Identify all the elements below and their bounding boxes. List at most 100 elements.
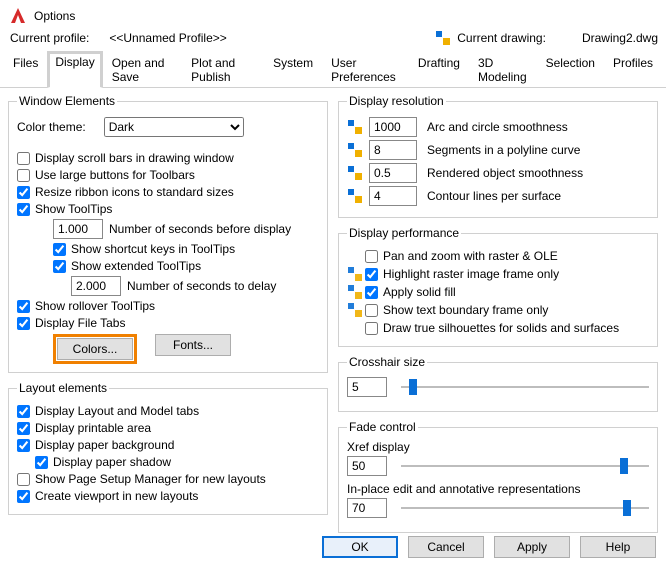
rollover-tooltips-label: Show rollover ToolTips (35, 299, 155, 313)
arc-smoothness-input[interactable] (369, 117, 417, 137)
colors-button[interactable]: Colors... (57, 338, 133, 360)
extended-seconds-label: Number of seconds to delay (127, 279, 276, 293)
layout-elements-legend: Layout elements (17, 381, 109, 395)
inplace-edit-label: In-place edit and annotative representat… (347, 482, 649, 496)
window-elements-group: Window Elements Color theme: Dark Displa… (8, 94, 328, 373)
tab-system[interactable]: System (264, 51, 322, 88)
performance-icon (347, 302, 363, 318)
crosshair-size-slider[interactable] (401, 378, 649, 396)
tab-3d-modeling[interactable]: 3D Modeling (469, 51, 537, 88)
create-viewport-checkbox[interactable] (17, 490, 30, 503)
performance-icon (347, 266, 363, 282)
display-resolution-legend: Display resolution (347, 94, 446, 108)
tabbar: Files Display Open and Save Plot and Pub… (0, 50, 666, 88)
inplace-edit-slider[interactable] (401, 499, 649, 517)
file-tabs-label: Display File Tabs (35, 316, 125, 330)
extended-tooltips-checkbox[interactable] (53, 260, 66, 273)
current-drawing-value: Drawing2.dwg (582, 31, 658, 45)
ok-button[interactable]: OK (322, 536, 398, 558)
resolution-icon (347, 142, 363, 158)
solid-fill-checkbox[interactable] (365, 286, 378, 299)
solid-fill-label: Apply solid fill (383, 285, 456, 299)
paper-background-checkbox[interactable] (17, 439, 30, 452)
polyline-segments-input[interactable] (369, 140, 417, 160)
fade-control-legend: Fade control (347, 420, 418, 434)
color-theme-select[interactable]: Dark (104, 117, 244, 137)
xref-display-label: Xref display (347, 440, 649, 454)
blank-icon (347, 320, 363, 336)
shortcut-keys-checkbox[interactable] (53, 243, 66, 256)
help-button[interactable]: Help (580, 536, 656, 558)
tab-user-preferences[interactable]: User Preferences (322, 51, 409, 88)
blank-icon (347, 248, 363, 264)
resolution-icon (347, 165, 363, 181)
crosshair-size-input[interactable] (347, 377, 387, 397)
layout-tabs-checkbox[interactable] (17, 405, 30, 418)
tab-profiles[interactable]: Profiles (604, 51, 662, 88)
create-viewport-label: Create viewport in new layouts (35, 489, 198, 503)
large-buttons-label: Use large buttons for Toolbars (35, 168, 195, 182)
printable-area-checkbox[interactable] (17, 422, 30, 435)
tab-plot-publish[interactable]: Plot and Publish (182, 51, 264, 88)
crosshair-legend: Crosshair size (347, 355, 427, 369)
extended-seconds-input[interactable] (71, 276, 121, 296)
app-logo-icon (6, 4, 30, 28)
fonts-button[interactable]: Fonts... (155, 334, 231, 356)
show-tooltips-checkbox[interactable] (17, 203, 30, 216)
large-buttons-checkbox[interactable] (17, 169, 30, 182)
rendered-smoothness-input[interactable] (369, 163, 417, 183)
tooltip-seconds-input[interactable] (53, 219, 103, 239)
tab-drafting[interactable]: Drafting (409, 51, 469, 88)
display-performance-group: Display performance Pan and zoom with ra… (338, 226, 658, 347)
paper-shadow-label: Display paper shadow (53, 455, 171, 469)
performance-icon (347, 284, 363, 300)
tab-display[interactable]: Display (47, 51, 102, 88)
highlight-raster-label: Highlight raster image frame only (383, 267, 559, 281)
show-tooltips-label: Show ToolTips (35, 202, 112, 216)
page-setup-label: Show Page Setup Manager for new layouts (35, 472, 266, 486)
text-boundary-checkbox[interactable] (365, 304, 378, 317)
cancel-button[interactable]: Cancel (408, 536, 484, 558)
paper-background-label: Display paper background (35, 438, 174, 452)
tab-selection[interactable]: Selection (537, 51, 604, 88)
pan-zoom-checkbox[interactable] (365, 250, 378, 263)
text-boundary-label: Show text boundary frame only (383, 303, 548, 317)
resolution-icon (347, 188, 363, 204)
rendered-smoothness-label: Rendered object smoothness (427, 166, 583, 180)
footer-buttons: OK Cancel Apply Help (322, 536, 656, 558)
window-elements-legend: Window Elements (17, 94, 117, 108)
titlebar: Options (0, 0, 666, 28)
paper-shadow-checkbox[interactable] (35, 456, 48, 469)
xref-display-input[interactable] (347, 456, 387, 476)
crosshair-size-group: Crosshair size (338, 355, 658, 412)
inplace-edit-input[interactable] (347, 498, 387, 518)
resize-ribbon-checkbox[interactable] (17, 186, 30, 199)
file-tabs-checkbox[interactable] (17, 317, 30, 330)
tab-files[interactable]: Files (4, 51, 47, 88)
scrollbars-label: Display scroll bars in drawing window (35, 151, 234, 165)
fade-control-group: Fade control Xref display In-place edit … (338, 420, 658, 533)
silhouettes-label: Draw true silhouettes for solids and sur… (383, 321, 619, 335)
display-performance-legend: Display performance (347, 226, 461, 240)
page-setup-checkbox[interactable] (17, 473, 30, 486)
apply-button[interactable]: Apply (494, 536, 570, 558)
printable-area-label: Display printable area (35, 421, 151, 435)
xref-display-slider[interactable] (401, 457, 649, 475)
current-drawing-label: Current drawing: (457, 31, 546, 45)
window-title: Options (34, 9, 75, 23)
layout-tabs-label: Display Layout and Model tabs (35, 404, 199, 418)
highlight-raster-checkbox[interactable] (365, 268, 378, 281)
profile-info: Current profile: <<Unnamed Profile>> Cur… (0, 28, 666, 50)
drawing-icon (435, 30, 451, 46)
scrollbars-checkbox[interactable] (17, 152, 30, 165)
resolution-icon (347, 119, 363, 135)
display-resolution-group: Display resolution Arc and circle smooth… (338, 94, 658, 218)
contour-lines-input[interactable] (369, 186, 417, 206)
silhouettes-checkbox[interactable] (365, 322, 378, 335)
colors-button-highlight: Colors... (53, 334, 137, 364)
tooltip-seconds-label: Number of seconds before display (109, 222, 291, 236)
extended-tooltips-label: Show extended ToolTips (71, 259, 201, 273)
rollover-tooltips-checkbox[interactable] (17, 300, 30, 313)
color-theme-label: Color theme: (17, 120, 86, 134)
tab-open-save[interactable]: Open and Save (103, 51, 182, 88)
